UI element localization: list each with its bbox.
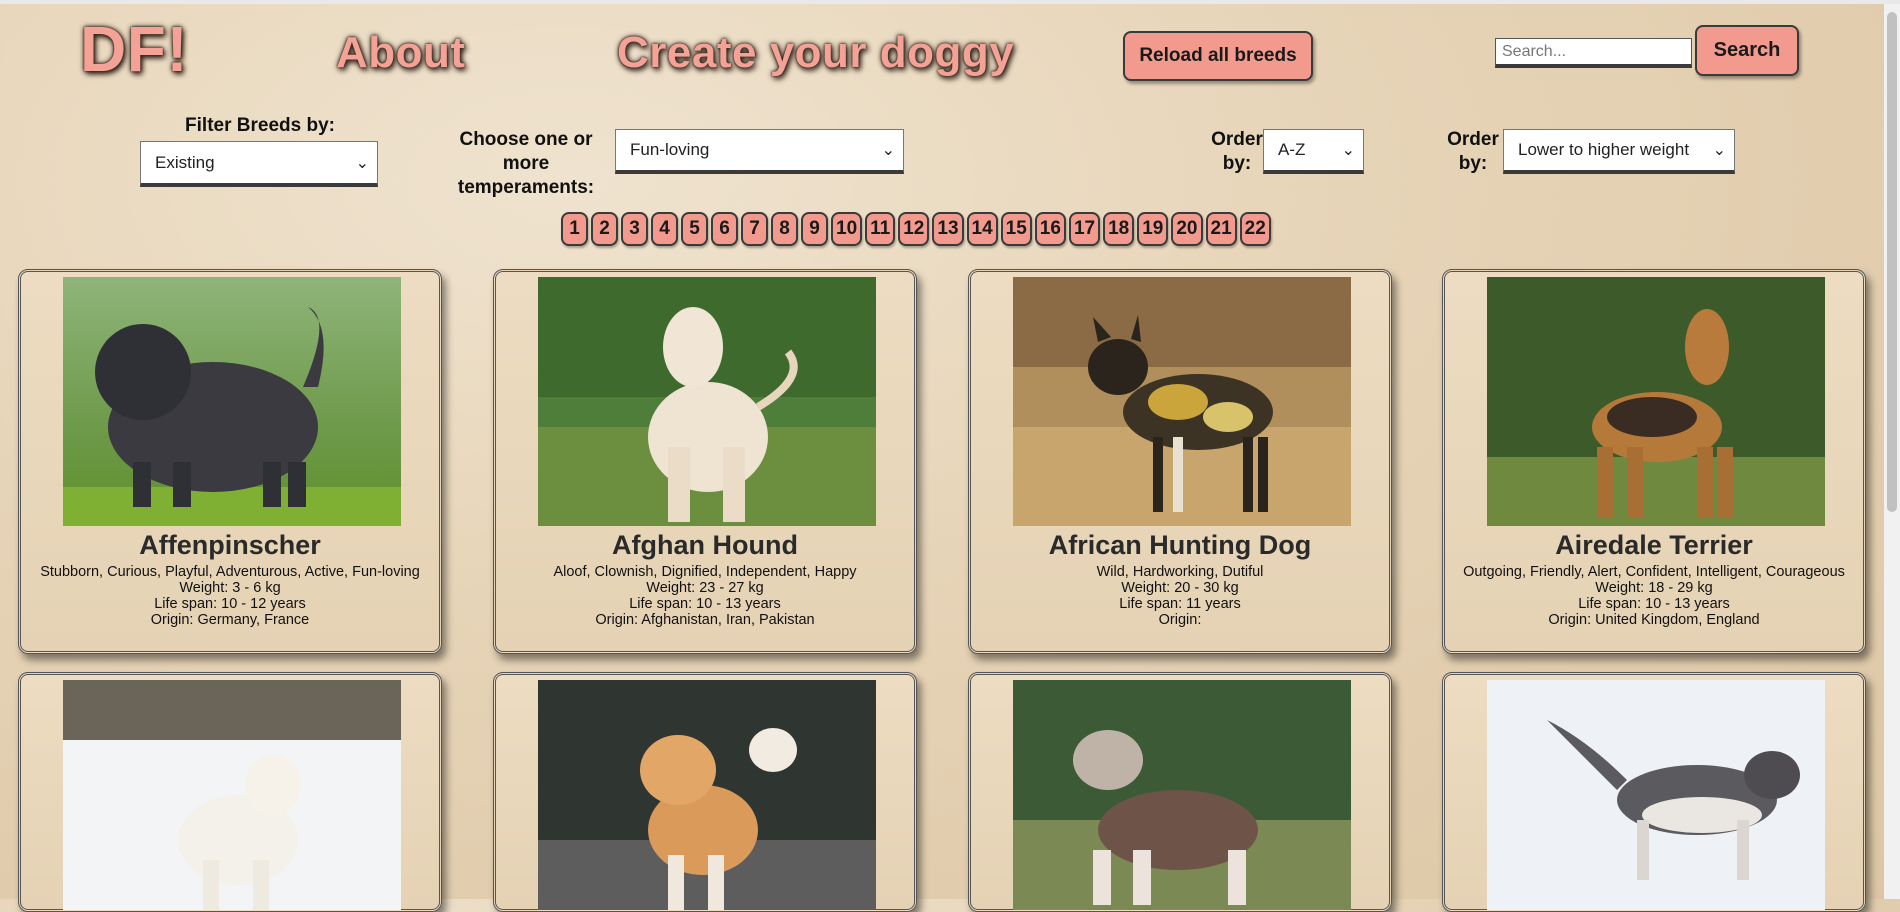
order-az-select[interactable]: A-Z ⌄ (1263, 129, 1364, 174)
search-input[interactable] (1495, 38, 1692, 68)
breed-life-span: Life span: 11 years (1119, 596, 1241, 612)
temperament-label: Choose one or more temperaments: (457, 129, 595, 198)
page-button-16[interactable]: 16 (1034, 212, 1066, 246)
breed-image (538, 277, 876, 526)
breed-card[interactable]: Afghan Hound Aloof, Clownish, Dignified,… (493, 269, 917, 654)
chevron-down-icon: ⌄ (1712, 142, 1726, 159)
page-button-13[interactable]: 13 (932, 212, 964, 246)
order-weight-value: Lower to higher weight (1518, 140, 1690, 159)
breed-origin: Origin: (1158, 612, 1202, 628)
breed-temperament: Wild, Hardworking, Dutiful (1096, 564, 1264, 580)
search-button[interactable]: Search (1695, 25, 1799, 76)
browser-top-edge (0, 0, 1900, 4)
breed-card[interactable] (18, 672, 442, 912)
breed-weight: Weight: 23 - 27 kg (646, 580, 764, 596)
temperament-select[interactable]: Fun-loving ⌄ (615, 129, 904, 174)
breed-image (1487, 680, 1825, 910)
page-button-21[interactable]: 21 (1205, 212, 1237, 246)
pagination: 1 2 3 4 5 6 7 8 9 10 11 12 13 14 15 16 1… (561, 212, 1271, 246)
order-az-value: A-Z (1278, 140, 1306, 159)
breed-image (1013, 277, 1351, 526)
page-button-3[interactable]: 3 (621, 212, 648, 246)
breed-temperament: Aloof, Clownish, Dignified, Independent,… (553, 564, 857, 580)
page-button-17[interactable]: 17 (1068, 212, 1101, 246)
scrollbar[interactable] (1884, 4, 1900, 899)
breed-image (1487, 277, 1825, 526)
page-button-10[interactable]: 10 (831, 212, 863, 246)
page: DF! About Create your doggy Reload all b… (0, 0, 1900, 912)
page-button-20[interactable]: 20 (1171, 212, 1203, 246)
breed-image (63, 680, 401, 910)
filter-breeds-label: Filter Breeds by: (185, 115, 335, 136)
breed-card[interactable] (968, 672, 1392, 912)
breed-name: Affenpinscher (139, 530, 321, 560)
breed-card[interactable]: Airedale Terrier Outgoing, Friendly, Ale… (1442, 269, 1866, 654)
logo-link[interactable]: DF! (80, 12, 188, 86)
breed-card[interactable]: Affenpinscher Stubborn, Curious, Playful… (18, 269, 442, 654)
breed-temperament: Outgoing, Friendly, Alert, Confident, In… (1463, 564, 1845, 580)
breed-card[interactable]: African Hunting Dog Wild, Hardworking, D… (968, 269, 1392, 654)
breed-life-span: Life span: 10 - 13 years (629, 596, 781, 612)
page-button-18[interactable]: 18 (1103, 212, 1135, 246)
breed-name: Afghan Hound (612, 530, 798, 560)
breed-temperament: Stubborn, Curious, Playful, Adventurous,… (40, 564, 420, 580)
page-button-2[interactable]: 2 (591, 212, 618, 246)
page-button-6[interactable]: 6 (711, 212, 738, 246)
reload-all-breeds-button[interactable]: Reload all breeds (1123, 31, 1313, 81)
scrollbar-thumb[interactable] (1887, 12, 1897, 512)
breed-image (63, 277, 401, 526)
page-button-22[interactable]: 22 (1239, 212, 1271, 246)
page-button-15[interactable]: 15 (1000, 212, 1032, 246)
order-weight-select[interactable]: Lower to higher weight ⌄ (1503, 129, 1735, 174)
page-button-9[interactable]: 9 (801, 212, 828, 246)
breed-name: Airedale Terrier (1555, 530, 1753, 560)
breed-weight: Weight: 20 - 30 kg (1121, 580, 1239, 596)
page-button-4[interactable]: 4 (651, 212, 678, 246)
page-button-1[interactable]: 1 (561, 212, 588, 246)
breed-name: African Hunting Dog (1048, 530, 1312, 560)
page-button-5[interactable]: 5 (681, 212, 708, 246)
breed-weight: Weight: 3 - 6 kg (179, 580, 281, 596)
filter-breeds-select[interactable]: Existing ⌄ (140, 141, 378, 187)
breed-image (1013, 680, 1351, 910)
chevron-down-icon: ⌄ (881, 142, 895, 159)
breed-origin: Origin: Afghanistan, Iran, Pakistan (595, 612, 815, 628)
page-button-12[interactable]: 12 (898, 212, 930, 246)
page-button-7[interactable]: 7 (741, 212, 768, 246)
breed-weight: Weight: 18 - 29 kg (1595, 580, 1713, 596)
about-link[interactable]: About (336, 28, 466, 78)
page-button-8[interactable]: 8 (771, 212, 798, 246)
breed-card[interactable] (1442, 672, 1866, 912)
breed-card[interactable] (493, 672, 917, 912)
page-button-19[interactable]: 19 (1137, 212, 1169, 246)
breed-life-span: Life span: 10 - 13 years (1578, 596, 1730, 612)
page-button-11[interactable]: 11 (865, 212, 896, 246)
chevron-down-icon: ⌄ (1341, 142, 1355, 159)
breed-origin: Origin: United Kingdom, England (1548, 612, 1760, 628)
filter-breeds-value: Existing (155, 152, 215, 172)
create-doggy-link[interactable]: Create your doggy (617, 28, 1014, 78)
breed-origin: Origin: Germany, France (150, 612, 310, 628)
order-weight-label: Order by: (1447, 129, 1499, 174)
chevron-down-icon: ⌄ (355, 154, 369, 172)
breed-image (538, 680, 876, 910)
temperament-value: Fun-loving (630, 140, 710, 159)
page-button-14[interactable]: 14 (966, 212, 998, 246)
order-az-label: Order by: (1211, 129, 1263, 174)
breed-life-span: Life span: 10 - 12 years (154, 596, 306, 612)
